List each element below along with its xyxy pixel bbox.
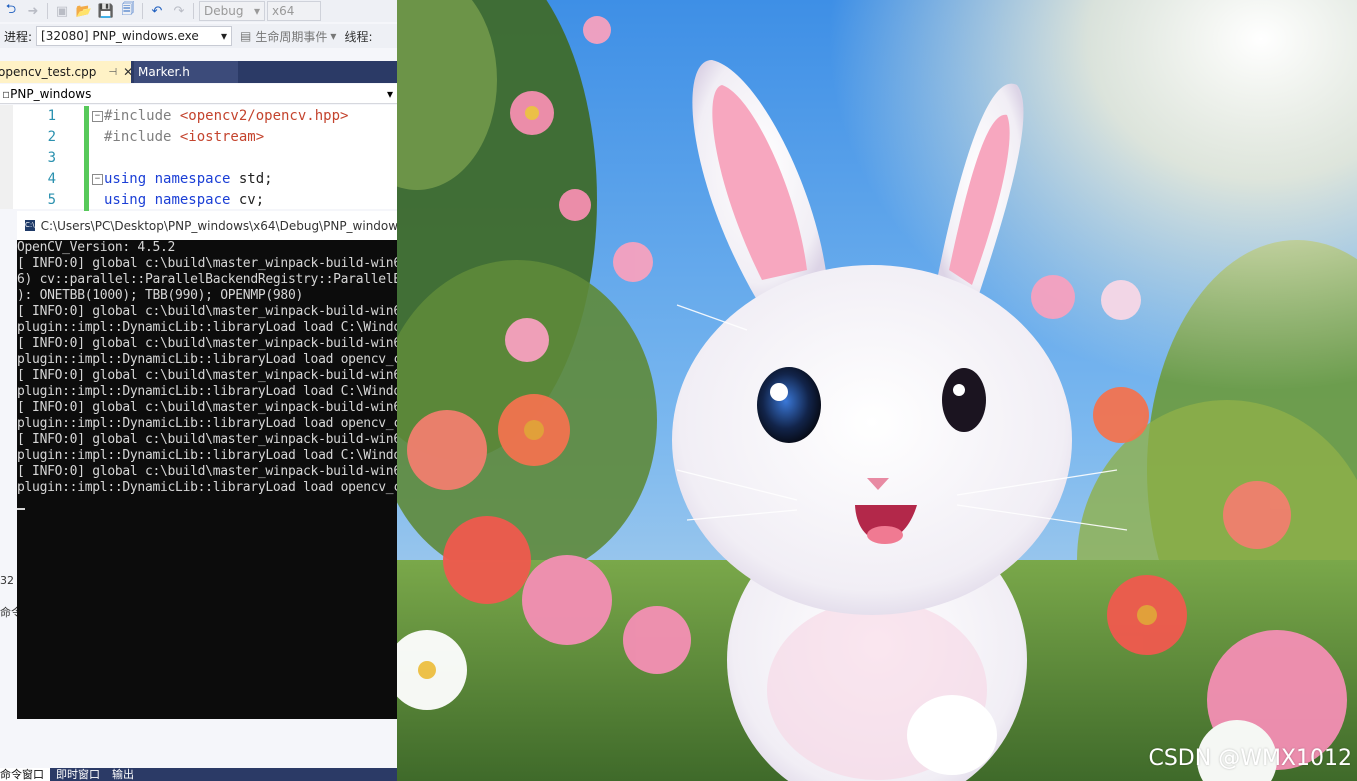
code-line: 3 xyxy=(0,148,397,169)
line-number: 3 xyxy=(47,150,56,166)
line-number: 2 xyxy=(47,129,56,145)
code-line: 2 #include <iostream> xyxy=(0,127,397,148)
change-marker xyxy=(84,106,89,127)
collapse-icon[interactable]: − xyxy=(92,174,103,185)
change-marker xyxy=(84,190,89,211)
bunny-photo xyxy=(397,0,1357,781)
line-number: 5 xyxy=(47,192,56,208)
console-line: plugin::impl::DynamicLib::libraryLoad lo… xyxy=(17,384,397,399)
change-marker xyxy=(84,148,89,169)
tool-window-tabs: 命令窗口 即时窗口 输出 xyxy=(0,768,397,781)
debug-location-bar: 进程: [32080] PNP_windows.exe ▾ ▤ 生命周期事件 ▾… xyxy=(0,24,397,48)
chevron-down-icon: ▾ xyxy=(330,29,337,43)
code-text: using namespace std; xyxy=(104,171,273,187)
change-marker xyxy=(84,127,89,148)
process-select[interactable]: [32080] PNP_windows.exe ▾ xyxy=(36,26,233,46)
console-line: plugin::impl::DynamicLib::libraryLoad lo… xyxy=(17,352,397,367)
document-tab-strip: opencv_test.cpp ⊣ ✕ Marker.h xyxy=(0,61,397,83)
tab-opencv-test-cpp[interactable]: opencv_test.cpp ⊣ ✕ xyxy=(0,61,133,83)
console-line: [ INFO:0] global c:\build\master_winpack… xyxy=(17,256,397,271)
console-line: [ INFO:0] global c:\build\master_winpack… xyxy=(17,464,397,479)
platform-value: x64 xyxy=(272,4,295,18)
console-title: C:\Users\PC\Desktop\PNP_windows\x64\Debu… xyxy=(40,218,397,233)
open-file-icon[interactable]: 📂 xyxy=(73,1,95,21)
console-line: [ INFO:0] global c:\build\master_winpack… xyxy=(17,368,397,383)
lifecycle-events-icon[interactable]: ▤ xyxy=(240,29,251,43)
configuration-select[interactable]: Debug ▾ xyxy=(199,1,265,21)
tab-command-window[interactable]: 命令窗口 xyxy=(0,768,50,781)
image-window[interactable]: CSDN @WMX1012 xyxy=(397,0,1357,781)
console-line: 6) cv::parallel::ParallelBackendRegistry… xyxy=(17,272,397,287)
process-value: [32080] PNP_windows.exe xyxy=(41,29,199,43)
project-icon: ▫ xyxy=(2,86,11,101)
code-text: using namespace cv; xyxy=(104,192,265,208)
scope-label: PNP_windows xyxy=(10,86,92,101)
watermark: CSDN @WMX1012 xyxy=(1148,746,1352,771)
console-line: [ INFO:0] global c:\build\master_winpack… xyxy=(17,432,397,447)
code-text: #include <iostream> xyxy=(104,129,265,145)
console-line: [ INFO:0] global c:\build\master_winpack… xyxy=(17,304,397,319)
line-number: 1 xyxy=(47,108,56,124)
console-line: plugin::impl::DynamicLib::libraryLoad lo… xyxy=(17,320,397,335)
lifecycle-events-label[interactable]: 生命周期事件 xyxy=(255,28,327,45)
scope-navigation-bar[interactable]: ▫PNP_windows ▾ xyxy=(0,84,397,104)
console-line: plugin::impl::DynamicLib::libraryLoad lo… xyxy=(17,416,397,431)
change-marker xyxy=(84,169,89,190)
code-line: 5 using namespace cv; xyxy=(0,190,397,211)
forward-icon[interactable]: ➜ xyxy=(22,1,44,21)
main-toolbar: ⮌ ➜ ▣ 📂 💾 🗐 ↶ ↷ Debug ▾ x64 xyxy=(0,0,397,22)
console-app-icon: C:\ xyxy=(25,220,35,231)
redo-icon[interactable]: ↷ xyxy=(168,1,190,21)
process-label: 进程: xyxy=(4,29,33,44)
tab-label: Marker.h xyxy=(138,65,190,79)
tab-marker-h[interactable]: Marker.h xyxy=(134,61,238,83)
save-icon[interactable]: 💾 xyxy=(95,1,117,21)
pin-icon[interactable]: ⊣ xyxy=(108,67,117,78)
console-line: plugin::impl::DynamicLib::libraryLoad lo… xyxy=(17,480,397,495)
code-line: 4 − using namespace std; xyxy=(0,169,397,190)
tab-output[interactable]: 输出 xyxy=(106,768,140,781)
close-icon[interactable]: ✕ xyxy=(123,65,133,79)
console-title-bar[interactable]: C:\ C:\Users\PC\Desktop\PNP_windows\x64\… xyxy=(17,211,397,240)
toolbar-divider xyxy=(193,3,194,19)
thread-label: 线程: xyxy=(344,29,373,44)
console-line: [ INFO:0] global c:\build\master_winpack… xyxy=(17,336,397,351)
console-line: plugin::impl::DynamicLib::libraryLoad lo… xyxy=(17,448,397,463)
undo-icon[interactable]: ↶ xyxy=(146,1,168,21)
scope-value: ▫PNP_windows xyxy=(2,87,91,101)
collapse-icon[interactable]: − xyxy=(92,111,103,122)
console-output: OpenCV_Version: 4.5.2[ INFO:0] global c:… xyxy=(17,240,397,512)
toolbar-divider xyxy=(142,3,143,19)
chevron-down-icon: ▾ xyxy=(221,29,228,43)
save-all-icon[interactable]: 🗐 xyxy=(117,1,139,21)
console-cursor xyxy=(17,496,397,512)
platform-select[interactable]: x64 xyxy=(267,1,321,21)
back-icon[interactable]: ⮌ xyxy=(0,1,22,21)
new-item-icon[interactable]: ▣ xyxy=(51,1,73,21)
console-window[interactable]: C:\ C:\Users\PC\Desktop\PNP_windows\x64\… xyxy=(17,211,397,719)
configuration-value: Debug xyxy=(204,4,244,18)
line-number: 4 xyxy=(47,171,56,187)
chevron-down-icon: ▾ xyxy=(386,86,393,101)
console-line: [ INFO:0] global c:\build\master_winpack… xyxy=(17,400,397,415)
chevron-down-icon: ▾ xyxy=(253,4,260,18)
tab-immediate-window[interactable]: 即时窗口 xyxy=(50,768,106,781)
console-line: OpenCV_Version: 4.5.2 xyxy=(17,240,176,255)
code-text: #include <opencv2/opencv.hpp> xyxy=(104,108,349,124)
toolbar-divider xyxy=(47,3,48,19)
console-line: ): ONETBB(1000); TBB(990); OPENMP(980) xyxy=(17,288,304,303)
tab-label: opencv_test.cpp xyxy=(0,65,97,79)
code-line: 1 − #include <opencv2/opencv.hpp> xyxy=(0,106,397,127)
code-editor[interactable]: 1 − #include <opencv2/opencv.hpp> 2 #inc… xyxy=(0,105,397,211)
